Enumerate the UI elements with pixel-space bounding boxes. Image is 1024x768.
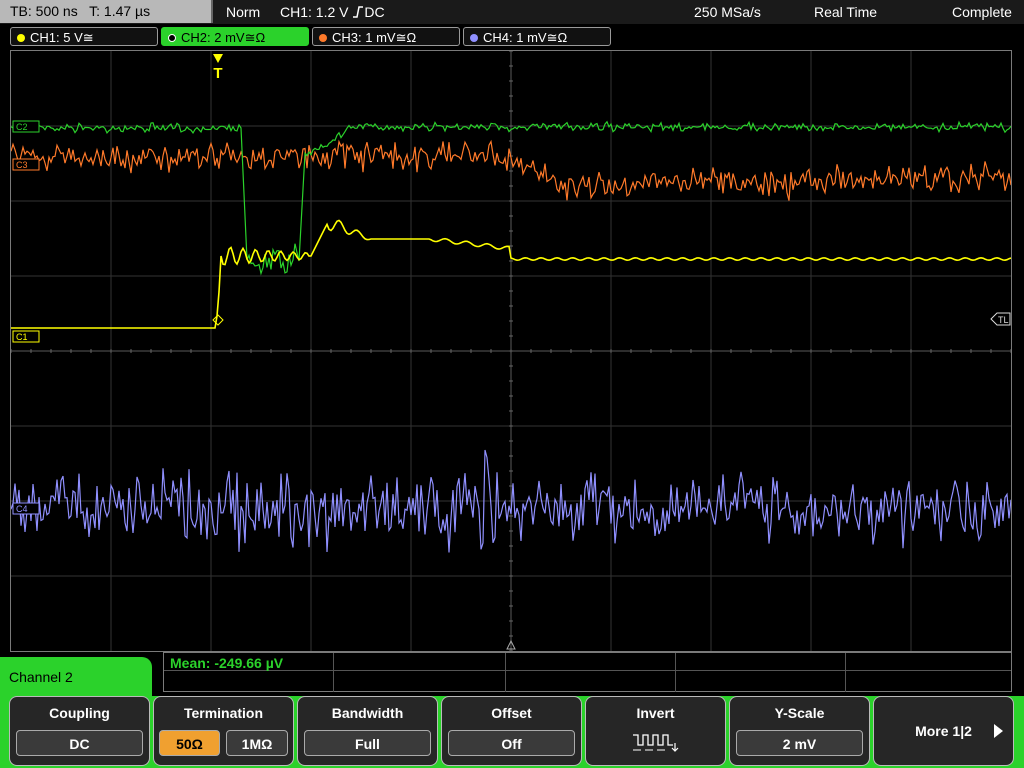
termination-50ohm-option[interactable]: 50Ω [159, 730, 220, 756]
acquisition-status: Complete [952, 4, 1012, 20]
invert-softkey[interactable]: Invert [585, 696, 726, 766]
channel-tab-4[interactable]: CH4: 1 mV≅Ω [463, 27, 611, 46]
trigger-mode[interactable]: Norm [226, 0, 260, 24]
channel-tab-3[interactable]: CH3: 1 mV≅Ω [312, 27, 460, 46]
ch1-ground-marker[interactable]: C1 [12, 330, 40, 343]
channel-tab-label: CH4: 1 mV≅Ω [483, 30, 568, 45]
measurement-divider [675, 653, 676, 692]
channel-tabs: CH1: 5 V≅ CH2: 2 mV≅Ω CH3: 1 mV≅Ω CH4: 1… [0, 26, 1024, 48]
waveform-canvas: T C2 C3 C1 C4 TL [11, 51, 1011, 651]
menu-title: Channel 2 [0, 657, 152, 697]
channel-1-dot-icon [17, 34, 25, 42]
trigger-arrow-icon [213, 54, 223, 63]
ch2-marker-label: C2 [16, 122, 28, 132]
waveform-display[interactable]: T C2 C3 C1 C4 TL [10, 50, 1012, 652]
ch2-ground-marker[interactable]: C2 [12, 120, 40, 133]
channel-2-dot-icon [168, 34, 176, 42]
bandwidth-value[interactable]: Full [304, 730, 431, 756]
bandwidth-title: Bandwidth [331, 705, 404, 721]
sample-rate: 250 MSa/s [694, 4, 761, 20]
trigger-time-label: T: 1.47 µs [89, 3, 151, 19]
rising-edge-icon [353, 6, 364, 18]
trigger-source[interactable]: CH1: 1.2 V DC [280, 0, 385, 24]
y-scale-softkey[interactable]: Y-Scale 2 mV [729, 696, 870, 766]
status-bar: TB: 500 ns T: 1.47 µs Norm CH1: 1.2 V DC… [0, 0, 1024, 24]
bandwidth-softkey[interactable]: Bandwidth Full [297, 696, 438, 766]
channel-tab-label: CH1: 5 V≅ [30, 30, 94, 45]
offset-value[interactable]: Off [448, 730, 575, 756]
softkey-bar: Coupling DC Termination 50Ω 1MΩ Bandwidt… [0, 696, 1024, 768]
ch4-marker-label: C4 [16, 504, 28, 514]
measurement-panel: Mean: -249.66 µV [163, 652, 1012, 692]
channel-tab-1[interactable]: CH1: 5 V≅ [10, 27, 158, 46]
termination-title: Termination [183, 705, 264, 721]
acquisition-mode: Real Time [814, 4, 878, 20]
timebase-box[interactable]: TB: 500 ns T: 1.47 µs [0, 0, 213, 23]
y-scale-title: Y-Scale [774, 705, 825, 721]
timebase-label: TB: 500 ns [10, 3, 78, 19]
coupling-softkey[interactable]: Coupling DC [9, 696, 150, 766]
trigger-level-marker[interactable]: TL [990, 312, 1011, 326]
measurement-divider [845, 653, 846, 692]
square-wave-icon [633, 734, 679, 752]
termination-1mohm-option[interactable]: 1MΩ [226, 730, 288, 756]
chevron-right-icon [994, 724, 1003, 738]
trigger-point-icon [212, 314, 224, 326]
channel-tab-label: CH2: 2 mV≅Ω [181, 30, 266, 45]
measurement-divider [505, 653, 506, 692]
channel-tab-2[interactable]: CH2: 2 mV≅Ω [161, 27, 309, 46]
trigger-level-label: TL [998, 315, 1009, 325]
measurement-divider [333, 653, 334, 692]
ch1-marker-label: C1 [16, 332, 28, 342]
trigger-coupling-label: DC [364, 4, 385, 20]
measurement-divider [164, 670, 1011, 671]
y-scale-value[interactable]: 2 mV [736, 730, 863, 756]
offset-softkey[interactable]: Offset Off [441, 696, 582, 766]
ch3-marker-label: C3 [16, 160, 28, 170]
channel-tab-label: CH3: 1 mV≅Ω [332, 30, 417, 45]
ch3-ground-marker[interactable]: C3 [12, 158, 40, 171]
offset-title: Offset [491, 705, 532, 721]
channel-3-dot-icon [319, 34, 327, 42]
trigger-marker[interactable]: T [213, 54, 223, 82]
invert-title: Invert [636, 705, 675, 721]
trigger-marker-label: T [213, 65, 222, 82]
trigger-source-label: CH1: 1.2 V [280, 4, 349, 20]
more-softkey[interactable]: More 1|2 [873, 696, 1014, 766]
coupling-value[interactable]: DC [16, 730, 143, 756]
mean-measurement: Mean: -249.66 µV [170, 655, 284, 671]
termination-softkey[interactable]: Termination 50Ω 1MΩ [153, 696, 294, 766]
ch4-ground-marker[interactable]: C4 [12, 502, 40, 515]
graticule [11, 51, 1011, 651]
coupling-title: Coupling [49, 705, 110, 721]
more-label: More 1|2 [915, 723, 972, 739]
channel-4-dot-icon [470, 34, 478, 42]
